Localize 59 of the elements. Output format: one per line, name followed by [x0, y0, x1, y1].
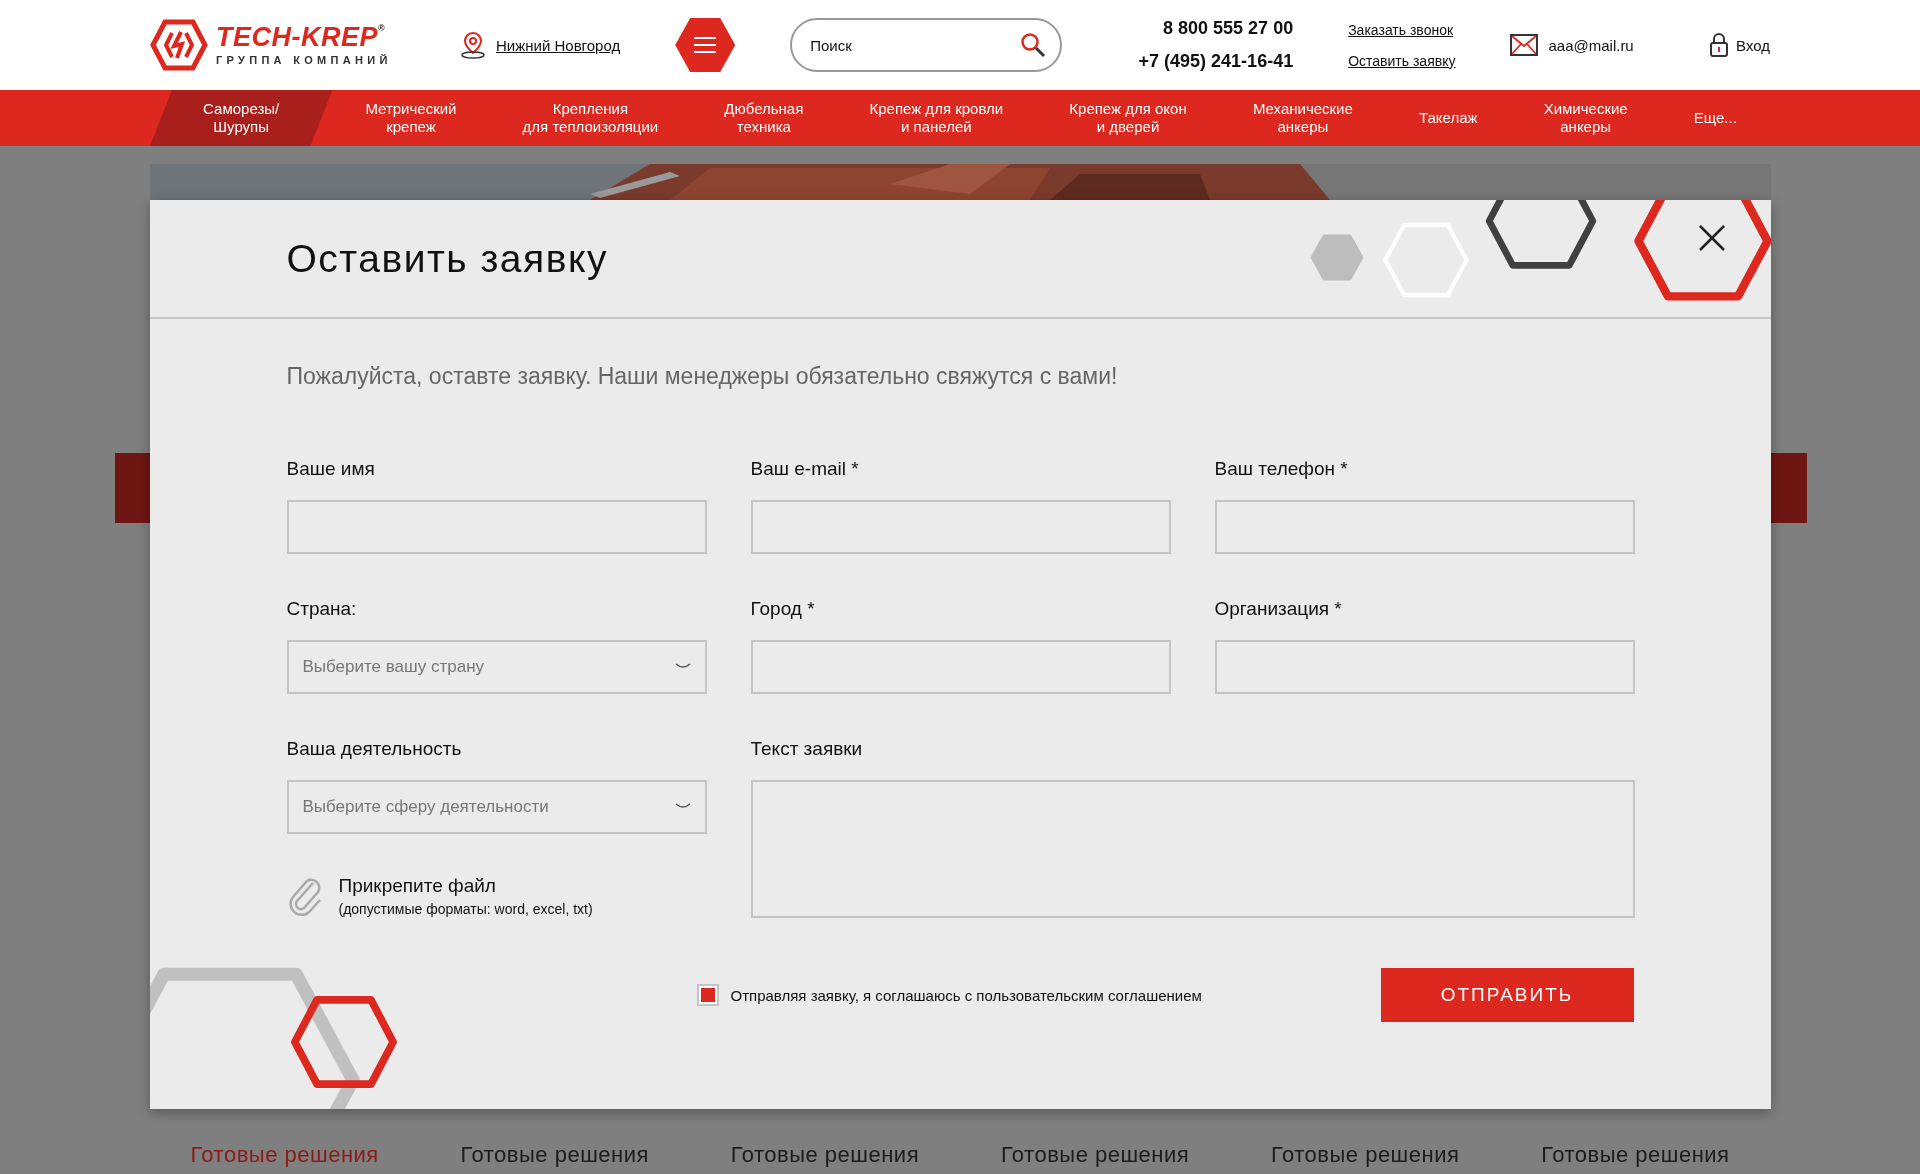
- select-field[interactable]: Выберите вашу страну: [286, 640, 707, 694]
- file-formats-hint: (допустимые форматы: word, excel, txt): [338, 901, 593, 917]
- submit-button[interactable]: ОТПРАВИТЬ: [1380, 968, 1634, 1022]
- brand-name: TECH-KREP$^{®}$: [216, 24, 387, 51]
- solutions-tab[interactable]: Готовые решения: [730, 1142, 920, 1168]
- nav-tab[interactable]: Крепеж для кровли и панелей: [836, 90, 1037, 146]
- input-field[interactable]: [750, 500, 1171, 554]
- text-area[interactable]: [750, 780, 1635, 918]
- nav-tab[interactable]: Крепления для теплоизоляции: [489, 90, 692, 146]
- location-pin-icon: [460, 31, 486, 59]
- select-field[interactable]: Выберите сферу деятельности: [286, 780, 707, 834]
- nav-tab[interactable]: Саморезы/ Шурупы: [150, 90, 333, 146]
- header-link[interactable]: Заказать звонок: [1348, 21, 1456, 38]
- input-field[interactable]: [1214, 640, 1635, 694]
- attach-file-link[interactable]: Прикрепите файл: [338, 875, 593, 897]
- lock-icon: [1710, 33, 1729, 57]
- email-address: aaa@mail.ru: [1548, 36, 1634, 54]
- brand-tagline: ГРУППА КОМПАНИЙ: [216, 54, 392, 66]
- solutions-tab[interactable]: Готовые решения: [1541, 1142, 1730, 1168]
- city-link[interactable]: Нижний Новгород: [496, 36, 621, 54]
- field-label: Ваше имя: [286, 458, 376, 480]
- envelope-icon: [1510, 34, 1539, 56]
- field-label: Ваш телефон *: [1214, 458, 1349, 480]
- nav-tab[interactable]: Такелаж: [1385, 90, 1511, 146]
- nav-tab[interactable]: Механические анкеры: [1219, 90, 1386, 146]
- field-label: Город *: [750, 598, 816, 620]
- input-field[interactable]: [286, 500, 707, 554]
- chevron-down-icon: [674, 803, 691, 811]
- search-field[interactable]: Поиск: [790, 18, 1063, 72]
- login-link[interactable]: Вход: [1710, 33, 1770, 57]
- nav-tab[interactable]: Дюбельная техника: [691, 90, 837, 146]
- solutions-tab[interactable]: Готовые решения: [1271, 1142, 1460, 1168]
- menu-icon: [694, 36, 717, 54]
- chevron-down-icon: [674, 663, 691, 671]
- solutions-tab[interactable]: Готовые решения: [460, 1142, 649, 1168]
- solutions-tab[interactable]: Готовые решения: [1000, 1142, 1190, 1168]
- hexagon-shape: [1309, 234, 1364, 281]
- input-field[interactable]: [1214, 500, 1635, 554]
- slider-arrow-button[interactable]: [115, 453, 151, 523]
- slider-arrow-button[interactable]: [1771, 453, 1807, 523]
- field-label: Ваша деятельность: [286, 738, 463, 760]
- intro-text: Пожалуйста, оставте заявку. Наши менеджеры обязательно свяжутся с вами!: [286, 363, 1119, 390]
- logo-icon: [150, 19, 208, 71]
- nav-tab[interactable]: Крепеж для окон и дверей: [1036, 90, 1220, 146]
- search-icon: [1020, 32, 1047, 58]
- dialog-title: Оставить заявку: [286, 236, 608, 281]
- phone-number: 8 800 555 27 00: [1163, 18, 1294, 39]
- input-field[interactable]: [750, 640, 1171, 694]
- field-label: Текст заявки: [750, 738, 864, 760]
- nav-tab[interactable]: Еще...: [1660, 90, 1770, 146]
- nav-tab[interactable]: Метрический крепеж: [332, 90, 490, 146]
- consent-checkbox[interactable]: [696, 984, 719, 1006]
- header-link[interactable]: Оставить заявку: [1348, 52, 1456, 69]
- field-label: Ваш e-mail *: [750, 458, 860, 480]
- nav-tab[interactable]: Химические анкеры: [1510, 90, 1661, 146]
- consent-text: Отправляя заявку, я соглашаюсь с пользовательским соглашением: [730, 986, 1202, 1004]
- field-label: Страна:: [286, 598, 358, 620]
- field-label: Организация *: [1214, 598, 1343, 620]
- phone-number: +7 (495) 241-16-41: [1138, 51, 1294, 72]
